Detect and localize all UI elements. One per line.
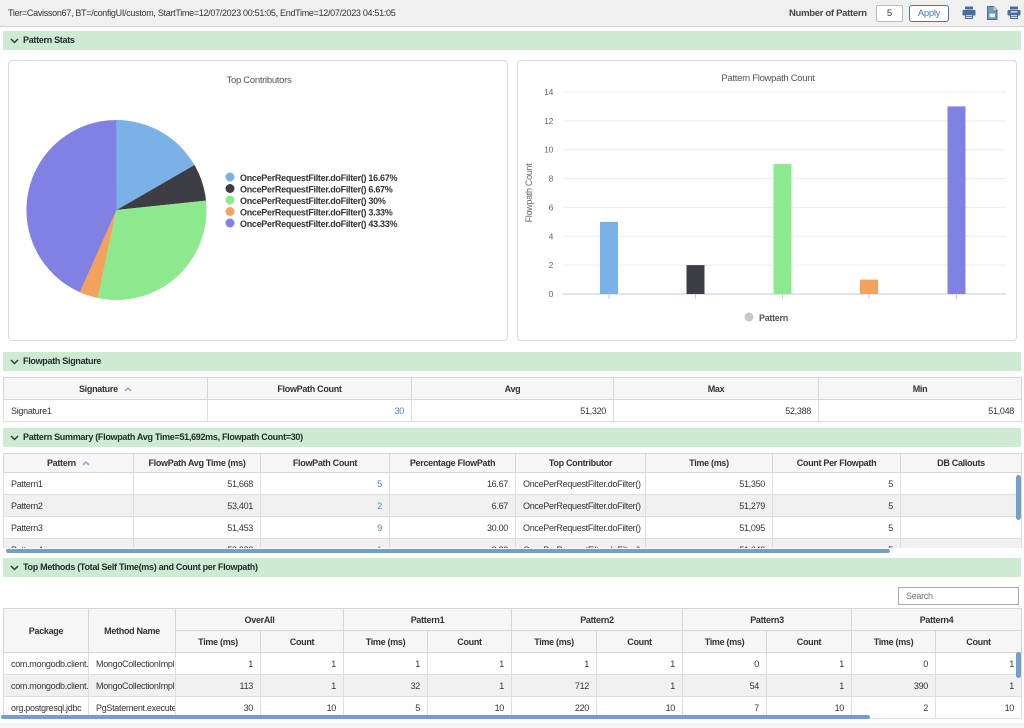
svg-text:12: 12: [544, 116, 553, 126]
svg-text:10: 10: [544, 145, 553, 155]
svg-text:Flowpath Count: Flowpath Count: [524, 163, 534, 223]
svg-text:OncePerRequestFilter.doFilter(: OncePerRequestFilter.doFilter() 6.67%: [240, 185, 393, 195]
svg-text:4: 4: [549, 231, 554, 241]
svg-text:OncePerRequestFilter.doFilter(: OncePerRequestFilter.doFilter() 30%: [240, 196, 386, 206]
svg-text:0: 0: [549, 289, 554, 299]
svg-text:6: 6: [549, 203, 554, 213]
svg-text:8: 8: [549, 174, 554, 184]
svg-text:Top Contributors: Top Contributors: [227, 75, 292, 86]
svg-text:2: 2: [549, 260, 554, 270]
svg-text:OncePerRequestFilter.doFilter(: OncePerRequestFilter.doFilter() 43.33%: [240, 219, 397, 229]
svg-text:14: 14: [544, 87, 553, 97]
svg-text:OncePerRequestFilter.doFilter(: OncePerRequestFilter.doFilter() 16.67%: [240, 173, 397, 183]
svg-text:Pattern Flowpath Count: Pattern Flowpath Count: [721, 73, 815, 84]
svg-text:Pattern: Pattern: [759, 313, 788, 323]
svg-text:OncePerRequestFilter.doFilter(: OncePerRequestFilter.doFilter() 3.33%: [240, 208, 393, 218]
